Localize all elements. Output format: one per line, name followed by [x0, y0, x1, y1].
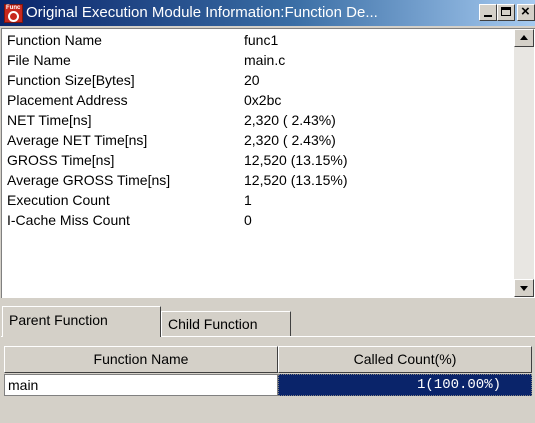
scroll-up-button[interactable]: [514, 29, 534, 47]
arrow-down-icon: [520, 286, 528, 291]
cell-function-name[interactable]: main: [4, 374, 278, 396]
arrow-up-icon: [520, 35, 528, 40]
column-header-called-count[interactable]: Called Count(%): [278, 346, 532, 373]
close-button[interactable]: ×: [517, 4, 535, 21]
info-row: Function Size[Bytes] 20: [2, 70, 514, 90]
scroll-down-button[interactable]: [514, 279, 534, 297]
title-bar[interactable]: Func Original Execution Module Informati…: [0, 0, 535, 26]
info-row: GROSS Time[ns] 12,520 (13.15%): [2, 150, 514, 170]
table-header: Function Name Called Count(%): [4, 346, 532, 373]
info-label: Execution Count: [7, 192, 110, 208]
column-header-function-name[interactable]: Function Name: [4, 346, 278, 373]
function-info-panel: Function Name func1 File Name main.c Fun…: [1, 28, 535, 298]
function-detail-window: Func Original Execution Module Informati…: [0, 0, 535, 423]
info-value: 1: [244, 192, 252, 208]
info-label: Average NET Time[ns]: [7, 132, 148, 148]
info-value: 12,520 (13.15%): [244, 152, 348, 168]
info-value: 12,520 (13.15%): [244, 172, 348, 188]
info-value: main.c: [244, 52, 286, 68]
table-row[interactable]: main 1(100.00%): [4, 374, 532, 396]
cell-called-count[interactable]: 1(100.00%): [278, 374, 532, 396]
tab-parent-function[interactable]: Parent Function: [2, 306, 161, 337]
info-label: File Name: [7, 52, 71, 68]
info-vertical-scrollbar[interactable]: [514, 29, 534, 297]
info-label: NET Time[ns]: [7, 112, 92, 128]
info-row: File Name main.c: [2, 50, 514, 70]
info-value: 0x2bc: [244, 92, 282, 108]
tab-child-function[interactable]: Child Function: [161, 311, 291, 337]
info-label: GROSS Time[ns]: [7, 152, 115, 168]
info-row: Average GROSS Time[ns] 12,520 (13.15%): [2, 170, 514, 190]
info-row: Execution Count 1: [2, 190, 514, 210]
info-label: I-Cache Miss Count: [7, 212, 130, 228]
info-row: I-Cache Miss Count 0: [2, 210, 514, 230]
info-value: 0: [244, 212, 252, 228]
func-magnifier-icon: Func: [4, 4, 23, 23]
maximize-icon: [501, 7, 511, 16]
info-row: NET Time[ns] 2,320 ( 2.43%): [2, 110, 514, 130]
minimize-icon: [484, 15, 492, 17]
close-icon: ×: [521, 3, 530, 20]
info-row: Function Name func1: [2, 30, 514, 50]
info-label: Function Name: [7, 32, 102, 48]
minimize-button[interactable]: [479, 4, 497, 21]
info-row: Placement Address 0x2bc: [2, 90, 514, 110]
info-label: Placement Address: [7, 92, 128, 108]
table-empty-area: [4, 396, 532, 416]
info-row: Average NET Time[ns] 2,320 ( 2.43%): [2, 130, 514, 150]
info-label: Average GROSS Time[ns]: [7, 172, 171, 188]
info-value: 2,320 ( 2.43%): [244, 132, 336, 148]
info-value: 2,320 ( 2.43%): [244, 112, 336, 128]
info-value: 20: [244, 72, 260, 88]
window-title: Original Execution Module Information:Fu…: [26, 4, 378, 21]
info-label: Function Size[Bytes]: [7, 72, 135, 88]
info-value: func1: [244, 32, 279, 48]
maximize-button[interactable]: [497, 4, 515, 21]
